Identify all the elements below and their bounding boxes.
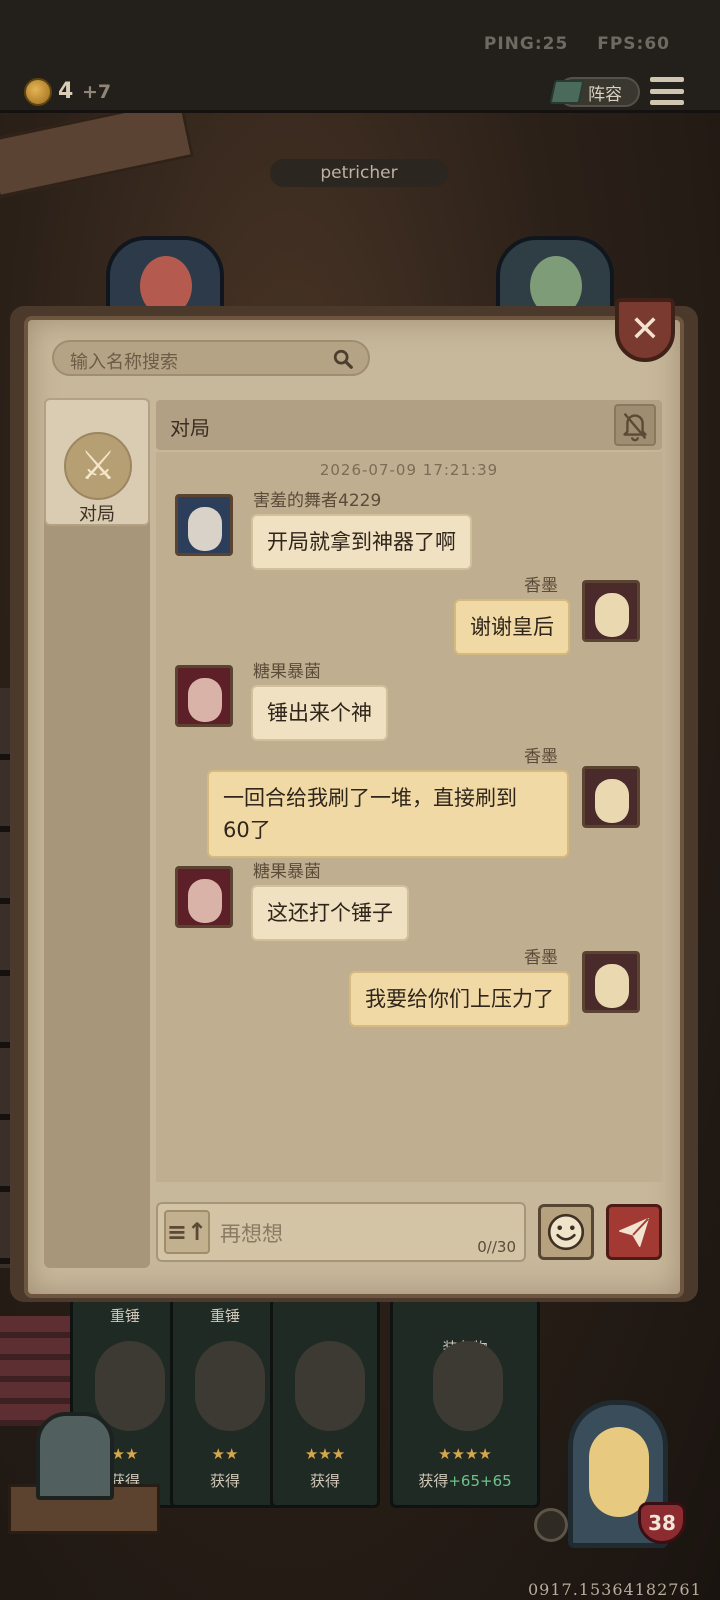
message-bubble: 锤出来个神 bbox=[251, 685, 388, 741]
fps-readout: FPS:60 bbox=[597, 34, 670, 54]
message-sender: 香墨 bbox=[524, 948, 558, 968]
message-sender: 香墨 bbox=[524, 747, 558, 767]
network-info: PING:25 FPS:60 bbox=[462, 34, 670, 54]
avatar[interactable] bbox=[175, 494, 233, 556]
message-sender: 害羞的舞者4229 bbox=[253, 491, 382, 511]
send-button[interactable] bbox=[606, 1204, 662, 1260]
tab-match[interactable]: ⚔ 对局 bbox=[44, 398, 150, 526]
coin-count: 4 bbox=[58, 79, 74, 104]
lineup-button[interactable]: 阵容 bbox=[549, 77, 640, 107]
card-gain: 获得+65+65 bbox=[418, 1472, 512, 1490]
opponent-hero-portrait[interactable] bbox=[106, 236, 224, 316]
paper-plane-icon bbox=[619, 1217, 649, 1247]
message-sender: 香墨 bbox=[524, 576, 558, 596]
chat-header: 对局 bbox=[156, 400, 662, 450]
avatar[interactable] bbox=[582, 766, 640, 828]
crossed-swords-icon: ⚔ bbox=[64, 432, 132, 500]
coin-icon bbox=[24, 78, 52, 106]
menu-icon[interactable] bbox=[650, 77, 684, 105]
avatar[interactable] bbox=[175, 866, 233, 928]
user-id: 0917.15364182761 bbox=[528, 1580, 702, 1599]
star-icons: ★★★★ bbox=[438, 1445, 492, 1463]
shop-card[interactable]: 装备物 ★★★★ 获得+65+65 bbox=[390, 1298, 540, 1508]
star-icons: ★★★ bbox=[304, 1445, 346, 1463]
shop-card[interactable]: ★★★ 获得 bbox=[270, 1298, 380, 1508]
chat-channel-sidebar bbox=[44, 398, 150, 1268]
search-input[interactable]: 输入名称搜索 bbox=[52, 340, 370, 376]
search-placeholder: 输入名称搜索 bbox=[70, 352, 178, 373]
message-sender: 糖果暴菌 bbox=[253, 662, 321, 682]
message-sender: 糖果暴菌 bbox=[253, 862, 321, 882]
card-gain: 获得 bbox=[309, 1472, 340, 1490]
chat-input-placeholder: 再想想 bbox=[220, 1222, 283, 1246]
opponent-hero-portrait-2[interactable] bbox=[496, 236, 614, 316]
chat-timestamp: 2026-07-09 17:21:39 bbox=[319, 461, 499, 479]
quick-phrase-icon[interactable]: ≡↑ bbox=[164, 1210, 210, 1254]
emoji-button[interactable] bbox=[538, 1204, 594, 1260]
tab-match-label: 对局 bbox=[79, 504, 115, 525]
bell-icon[interactable] bbox=[534, 1508, 568, 1542]
message-line: 一回合给我刷了一堆，直接刷到 bbox=[223, 786, 517, 810]
smiley-icon bbox=[547, 1213, 585, 1251]
ping-readout: PING:25 bbox=[483, 34, 569, 54]
message-bubble: 开局就拿到神器了啊 bbox=[251, 514, 472, 570]
avatar[interactable] bbox=[175, 665, 233, 727]
mute-button[interactable] bbox=[614, 404, 656, 446]
chat-input[interactable]: ≡↑ 再想想 0//30 bbox=[156, 1202, 526, 1262]
avatar[interactable] bbox=[582, 951, 640, 1013]
card-label: 重锤 bbox=[209, 1307, 240, 1325]
message-line: 60了 bbox=[223, 818, 271, 842]
coin-gain: +7 bbox=[82, 81, 112, 103]
search-icon[interactable] bbox=[332, 348, 354, 370]
opponent-name-tag: petricher bbox=[270, 159, 448, 187]
card-gain: 获得 bbox=[209, 1472, 240, 1490]
close-icon: ✕ bbox=[629, 309, 661, 350]
char-counter: 0//30 bbox=[477, 1238, 516, 1256]
lineup-label: 阵容 bbox=[588, 84, 622, 105]
avatar[interactable] bbox=[582, 580, 640, 642]
close-button[interactable]: ✕ bbox=[615, 298, 675, 362]
bell-muted-icon bbox=[623, 412, 647, 442]
bench-hero-portrait[interactable] bbox=[36, 1412, 114, 1500]
star-icons: ★★ bbox=[211, 1445, 239, 1463]
shop-cards: 重锤 ★★ 获得 重锤 ★★ 获得 ★★★ 获得 装备物 ★★★★ 获得+65+… bbox=[60, 1298, 580, 1508]
top-hud-bar: PING:25 FPS:60 4 +7 阵容 bbox=[0, 0, 720, 113]
message-bubble: 谢谢皇后 bbox=[454, 599, 570, 655]
message-bubble: 我要给你们上压力了 bbox=[349, 971, 570, 1027]
shop-card[interactable]: 重锤 ★★ 获得 bbox=[170, 1298, 280, 1508]
book-icon bbox=[549, 80, 585, 104]
chat-title: 对局 bbox=[170, 416, 210, 440]
message-bubble: 一回合给我刷了一堆，直接刷到 60了 bbox=[207, 770, 569, 858]
message-bubble: 这还打个锤子 bbox=[251, 885, 409, 941]
card-label: 重锤 bbox=[109, 1307, 140, 1325]
